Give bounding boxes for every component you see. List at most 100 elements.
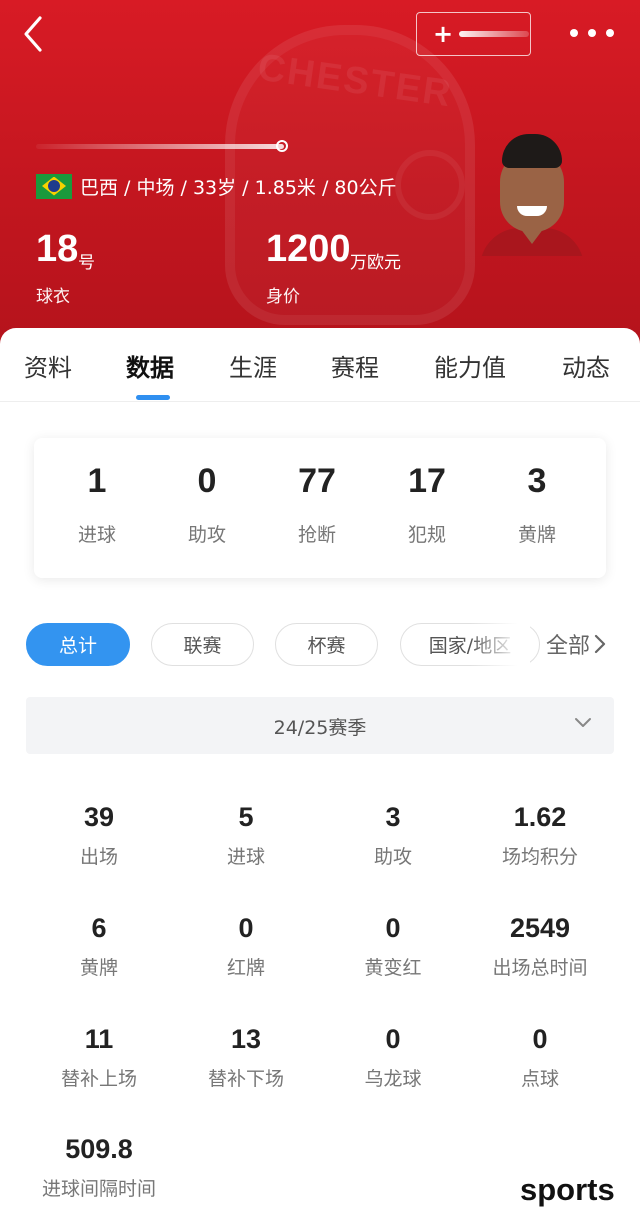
summary-item: 17 犯规	[372, 462, 482, 547]
player-info-text: 巴西 / 中场 / 33岁 / 1.85米 / 80公斤	[80, 176, 397, 199]
summary-value: 3	[527, 462, 547, 500]
summary-label: 助攻	[187, 524, 226, 546]
stat-item: 5 进球	[171, 802, 321, 869]
summary-item: 77 抢断	[262, 462, 372, 547]
avatar-hair	[502, 134, 562, 168]
summary-label: 抢断	[297, 524, 336, 546]
club-crest-ball	[395, 150, 465, 220]
stat-value: 0	[238, 913, 254, 943]
stat-value: 1.62	[513, 802, 567, 832]
stat-item: 3 助攻	[318, 802, 468, 869]
stat-value: 509.8	[65, 1134, 133, 1164]
summary-item: 0 助攻	[152, 462, 262, 547]
summary-item: 1 进球	[42, 462, 152, 547]
follow-label-placeholder	[459, 31, 530, 37]
stat-label: 进球	[226, 846, 265, 868]
tab-stats[interactable]: 数据	[126, 348, 174, 383]
stat-item: 11 替补上场	[24, 1024, 174, 1091]
summary-card: 1 进球 0 助攻 77 抢断 17 犯规 3 黄牌	[34, 438, 606, 578]
summary-label: 进球	[77, 524, 116, 546]
summary-label: 犯规	[407, 524, 446, 546]
stat-label: 进球间隔时间	[41, 1178, 156, 1200]
more-dot	[588, 29, 596, 37]
tab-career[interactable]: 生涯	[229, 348, 277, 383]
stat-item: 2549 出场总时间	[465, 913, 615, 980]
stat-value: 3	[385, 802, 401, 832]
stat-label: 黄变红	[364, 957, 422, 979]
filter-all-link[interactable]: 全部	[546, 628, 606, 660]
filter-league-button[interactable]: 联赛	[151, 623, 254, 666]
summary-label: 黄牌	[517, 524, 556, 546]
stat-item: 0 乌龙球	[318, 1024, 468, 1091]
stat-value: 2549	[509, 913, 571, 943]
stat-value: 5	[238, 802, 254, 832]
name-bar-end	[276, 140, 288, 152]
stat-value: 13	[230, 1024, 262, 1054]
stat-label: 场均积分	[501, 846, 578, 868]
summary-item: 3 黄牌	[482, 462, 592, 547]
season-selector[interactable]: 24/25赛季	[26, 697, 614, 754]
market-value-label: 身价	[266, 287, 300, 307]
tab-schedule[interactable]: 赛程	[331, 348, 379, 383]
name-bar-line	[36, 144, 284, 149]
stat-item: 0 黄变红	[318, 913, 468, 980]
back-chevron-icon	[24, 16, 42, 52]
stat-item: 39 出场	[24, 802, 174, 869]
stat-label: 点球	[520, 1068, 559, 1090]
tab-ability[interactable]: 能力值	[434, 348, 506, 383]
jersey-number-label: 球衣	[36, 287, 70, 307]
more-dot	[606, 29, 614, 37]
stat-value: 0	[532, 1024, 548, 1054]
jersey-number-unit: 号	[78, 253, 95, 273]
player-name-placeholder	[36, 138, 288, 156]
filter-total-button[interactable]: 总计	[26, 623, 130, 666]
stat-label: 乌龙球	[364, 1068, 422, 1090]
stat-item: 13 替补下场	[171, 1024, 321, 1091]
stat-item: 1.62 场均积分	[465, 802, 615, 869]
stat-value: 0	[385, 913, 401, 943]
chevron-right-icon	[594, 634, 606, 654]
summary-value: 1	[87, 462, 107, 500]
stat-item: 6 黄牌	[24, 913, 174, 980]
sports-watermark: sports	[520, 1172, 615, 1207]
market-value-value: 1200	[266, 228, 351, 270]
tab-active-indicator	[136, 395, 170, 400]
chevron-down-icon	[575, 718, 591, 727]
brazil-flag-icon	[36, 173, 72, 199]
follow-button[interactable]: +	[416, 12, 531, 56]
summary-value: 17	[408, 462, 446, 500]
stat-value: 39	[83, 802, 115, 832]
tab-news[interactable]: 动态	[562, 348, 610, 383]
tab-bar: 资料 数据 生涯 赛程 能力值 动态	[0, 328, 640, 402]
stat-label: 出场总时间	[492, 957, 588, 979]
filter-cup-button[interactable]: 杯赛	[275, 623, 378, 666]
plus-icon: +	[433, 20, 454, 48]
back-button[interactable]	[18, 14, 54, 54]
stat-label: 助攻	[373, 846, 412, 868]
stat-value: 11	[84, 1024, 114, 1054]
more-dots-icon[interactable]	[570, 22, 614, 44]
stat-label: 黄牌	[79, 957, 118, 979]
stat-value: 6	[91, 913, 107, 943]
jersey-number-value: 18	[36, 228, 79, 270]
content-panel: 资料 数据 生涯 赛程 能力值 动态 1 进球 0 助攻 77 抢断 17 犯规…	[0, 328, 640, 1223]
summary-value: 77	[298, 462, 336, 500]
stat-item: 509.8 进球间隔时间	[24, 1134, 174, 1201]
season-label: 24/25赛季	[273, 717, 367, 739]
more-dot	[570, 29, 578, 37]
player-info-row: 巴西 / 中场 / 33岁 / 1.85米 / 80公斤	[36, 172, 397, 200]
stat-value: 0	[385, 1024, 401, 1054]
stat-label: 替补上场	[60, 1068, 137, 1090]
market-value-unit: 万欧元	[350, 253, 401, 273]
player-header: CHESTER + 巴西 / 中场 / 33岁 / 1.85米 / 80公斤 1…	[0, 0, 640, 345]
player-avatar	[480, 132, 584, 256]
tab-profile[interactable]: 资料	[24, 348, 72, 383]
flag-globe	[48, 180, 60, 192]
stat-label: 出场	[79, 846, 118, 868]
filter-all-label: 全部	[546, 634, 591, 659]
stat-item: 0 红牌	[171, 913, 321, 980]
stat-label: 替补下场	[207, 1068, 284, 1090]
stat-item: 0 点球	[465, 1024, 615, 1091]
stat-label: 红牌	[226, 957, 265, 979]
filter-scroll-fade	[470, 618, 530, 672]
